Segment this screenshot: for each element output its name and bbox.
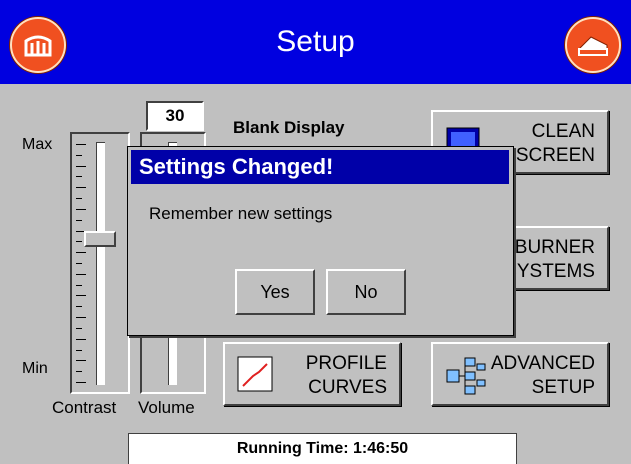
slider-tick [76, 306, 82, 308]
burner-systems-label: BURNER SYSTEMS [504, 237, 595, 282]
contrast-max-label: Max [22, 136, 53, 153]
yes-button[interactable]: Yes [235, 269, 315, 315]
slider-tick [76, 241, 82, 243]
slider-tick [76, 349, 82, 351]
slider-tick [76, 219, 82, 221]
curve-chart-icon [237, 356, 273, 392]
settings-changed-dialog: Settings Changed! Remember new settings … [127, 146, 514, 336]
slider-tick [76, 263, 82, 264]
blank-display-label: Blank Display [233, 118, 345, 137]
profile-curves-label: PROFILE CURVES [305, 353, 387, 398]
slider-tick [76, 284, 82, 286]
dialog-title: Settings Changed! [131, 150, 509, 184]
slider-tick [76, 338, 86, 340]
network-tree-icon [445, 356, 486, 395]
contrast-min-label: Min [22, 360, 48, 377]
volume-label: Volume [138, 398, 195, 417]
running-time-display: Running Time: 1:46:50 [128, 433, 517, 464]
slider-tick [76, 154, 82, 156]
slider-tick [76, 198, 82, 200]
clean-screen-label: CLEAN SCREEN [515, 121, 595, 166]
advanced-setup-button[interactable]: ADVANCED SETUP [431, 342, 609, 406]
slider-tick [76, 208, 86, 210]
slider-tick [76, 252, 86, 254]
slider-tick [76, 144, 86, 145]
slider-tick [76, 327, 82, 329]
slider-tick [76, 371, 82, 373]
back-icon [577, 36, 608, 56]
slider-tick [76, 317, 86, 319]
slider-tick [76, 187, 86, 189]
no-button[interactable]: No [326, 269, 406, 315]
slider-tick [76, 382, 86, 383]
contrast-label: Contrast [52, 398, 117, 417]
advanced-setup-label: ADVANCED SETUP [490, 353, 595, 398]
volume-value: 30 [165, 106, 185, 125]
home-button[interactable] [10, 17, 66, 73]
volume-value-box: 30 [146, 101, 204, 131]
home-icon [24, 35, 52, 57]
setup-screen: Setup Max Min 30 Contrast Volume Blank D… [0, 0, 631, 464]
slider-tick [76, 360, 86, 362]
contrast-slider-track [96, 142, 105, 385]
page-title: Setup [276, 25, 355, 58]
contrast-slider-thumb[interactable] [84, 231, 116, 248]
back-button[interactable] [565, 17, 621, 73]
slider-tick [76, 165, 86, 167]
contrast-slider[interactable] [70, 132, 130, 394]
dialog-message: Remember new settings [149, 204, 333, 223]
profile-curves-button[interactable]: PROFILE CURVES [223, 342, 401, 406]
slider-tick [76, 176, 82, 178]
slider-tick [76, 273, 86, 275]
slider-tick [76, 295, 86, 297]
